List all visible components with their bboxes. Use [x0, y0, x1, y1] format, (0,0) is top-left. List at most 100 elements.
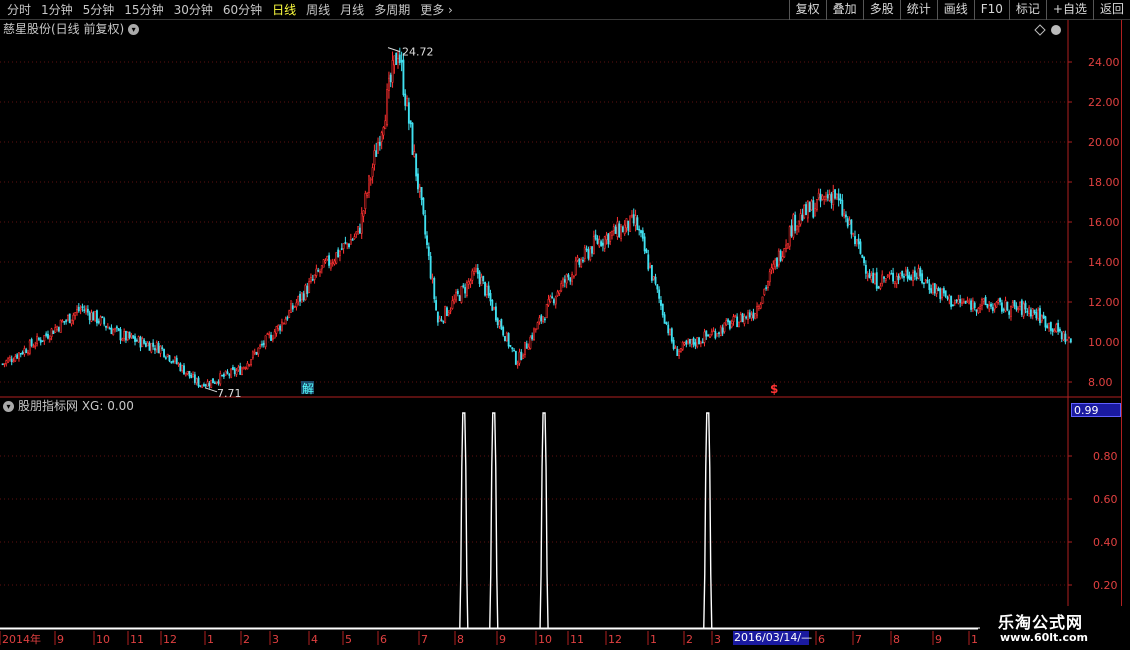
candle-body: [859, 241, 862, 254]
candle-body: [545, 304, 548, 319]
candle-body: [170, 361, 173, 363]
candle-body: [845, 214, 847, 218]
x-tick-label-21: 6: [818, 633, 825, 646]
candle-body: [1044, 316, 1047, 328]
candle-body: [141, 338, 144, 348]
x-tick-label-14: 10: [538, 633, 552, 646]
candle-body: [596, 238, 599, 244]
candle-body: [397, 58, 399, 63]
candle-body: [99, 316, 102, 325]
candle-body: [288, 310, 291, 318]
candle-body: [975, 309, 978, 312]
x-tick-label-5: 1: [207, 633, 214, 646]
candle-body: [549, 296, 552, 302]
candle-body: [335, 252, 338, 264]
candle-body: [440, 319, 443, 322]
candle-body: [986, 304, 989, 308]
candle-body: [369, 178, 372, 181]
candle-body: [378, 141, 381, 146]
candle-body: [569, 277, 572, 282]
candle-body: [96, 310, 98, 324]
candle-body: [473, 271, 476, 274]
candle-body: [890, 272, 893, 275]
candle-body: [371, 167, 374, 177]
candle-body: [66, 315, 69, 321]
candle-body: [491, 300, 494, 311]
candle-body: [888, 274, 891, 276]
candle-body: [125, 331, 127, 341]
candle-body: [830, 193, 833, 203]
xg-spike-2: [539, 412, 549, 629]
candle-body: [703, 331, 706, 343]
x-tick-label-24: 9: [935, 633, 942, 646]
candle-body: [447, 312, 450, 315]
candle-body: [348, 243, 350, 248]
candle-body: [163, 348, 165, 357]
candle-body: [879, 285, 882, 289]
candle-body: [1057, 322, 1060, 332]
candle-body: [393, 55, 396, 66]
candle-body: [670, 328, 673, 342]
candle-body: [866, 275, 869, 277]
candle-body: [922, 282, 925, 285]
candle-body: [754, 313, 757, 320]
candle-body: [1, 363, 4, 366]
candle-body: [155, 342, 158, 350]
candle-body: [471, 270, 474, 281]
candle-body: [435, 300, 438, 311]
candle-body: [94, 310, 97, 321]
candle-body: [464, 287, 467, 294]
candle-body: [137, 336, 140, 343]
candle-body: [159, 346, 162, 354]
candle-body: [611, 231, 613, 236]
candle-body: [511, 347, 514, 350]
candle-body: [253, 351, 256, 354]
candle-body: [1033, 309, 1036, 314]
candle-body: [123, 331, 126, 339]
candle-body: [806, 201, 809, 219]
candle-body: [504, 336, 506, 342]
candle-body: [763, 288, 766, 295]
chart-canvas[interactable]: 8.00 10.00 12.00 14.00 16.00 18.00 20.00 22.00 2…: [0, 0, 1130, 650]
candle-body: [230, 368, 233, 378]
candle-body: [961, 301, 963, 305]
x-tick-label-4: 12: [163, 633, 177, 646]
candle-body: [812, 200, 815, 218]
candle-body: [8, 357, 11, 361]
candle-body: [748, 312, 751, 318]
x-tick-label-22: 7: [855, 633, 862, 646]
candle-body: [63, 321, 66, 323]
candle-body: [215, 381, 218, 384]
candle-body: [475, 268, 477, 272]
candle-body: [850, 219, 853, 235]
candle-body: [589, 248, 592, 261]
candle-body: [431, 278, 434, 280]
x-tick-label-0: 2014年: [2, 632, 41, 646]
candle-body: [547, 298, 550, 306]
candle-body: [409, 120, 412, 125]
candle-body: [273, 331, 276, 339]
candle-body: [433, 277, 436, 300]
candle-body: [767, 281, 769, 288]
candle-body: [863, 256, 866, 264]
candle-body: [730, 323, 733, 328]
diamond-icon: [1034, 24, 1046, 36]
candle-body: [529, 336, 532, 349]
candle-body: [578, 259, 581, 265]
candle-body: [61, 320, 64, 323]
candle-body: [567, 274, 570, 278]
candle-body: [930, 288, 933, 293]
candle-body: [266, 333, 269, 336]
candle-body: [828, 194, 831, 201]
candle-body: [770, 267, 773, 271]
candle-body: [360, 213, 363, 234]
candle-body: [460, 286, 463, 303]
candle-body: [395, 52, 398, 65]
candle-body: [465, 282, 468, 297]
candle-body: [723, 322, 726, 332]
candle-body: [826, 194, 829, 199]
candle-body: [663, 314, 666, 324]
x-tick-label-12: 8: [457, 633, 464, 646]
candle-body: [54, 327, 57, 333]
candle-body: [665, 322, 668, 324]
